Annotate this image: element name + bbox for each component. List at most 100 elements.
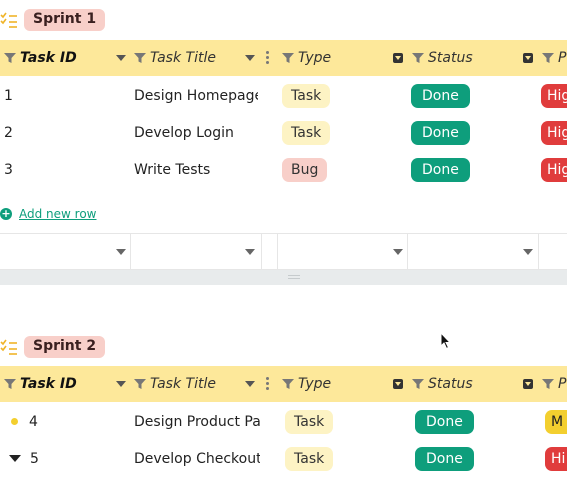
kebab-menu-icon[interactable] bbox=[266, 51, 269, 65]
checklist-icon bbox=[0, 339, 17, 355]
plus-circle-icon: + bbox=[0, 207, 12, 220]
filter-cell-priority[interactable] bbox=[539, 234, 567, 270]
checklist-icon bbox=[0, 12, 17, 28]
expand-caret-icon[interactable] bbox=[9, 455, 21, 462]
filter-icon[interactable] bbox=[412, 52, 424, 64]
priority-cell[interactable]: Hi bbox=[545, 440, 567, 477]
priority-cell[interactable]: Hig bbox=[541, 114, 567, 151]
task-id-value: 4 bbox=[29, 413, 38, 430]
filter-icon[interactable] bbox=[134, 52, 146, 64]
filter-cell-task-id[interactable] bbox=[0, 234, 131, 270]
chevron-down-icon[interactable] bbox=[116, 249, 126, 255]
chevron-down-icon[interactable] bbox=[523, 53, 533, 63]
task-id-cell[interactable]: 4 bbox=[0, 403, 128, 440]
chevron-down-icon[interactable] bbox=[116, 381, 126, 387]
chevron-down-icon[interactable] bbox=[523, 379, 533, 389]
task-id-cell[interactable]: 3 bbox=[4, 151, 124, 188]
scrollbar-grip[interactable] bbox=[288, 275, 300, 279]
filter-icon[interactable] bbox=[4, 378, 16, 390]
task-id-cell[interactable]: 5 bbox=[0, 440, 128, 477]
add-new-row-link[interactable]: + Add new row bbox=[0, 205, 97, 223]
status-cell[interactable]: Done bbox=[415, 440, 535, 477]
table-row[interactable]: 4 Design Product Pag Task Done M bbox=[0, 403, 567, 440]
status-chip: Done bbox=[411, 120, 470, 145]
chevron-down-icon[interactable] bbox=[245, 55, 255, 61]
filter-icon[interactable] bbox=[542, 52, 554, 64]
type-cell[interactable]: Task bbox=[285, 403, 405, 440]
filter-icon[interactable] bbox=[282, 378, 294, 390]
group-header-sprint-2[interactable]: Sprint 2 bbox=[0, 335, 106, 359]
type-cell[interactable]: Task bbox=[282, 77, 402, 114]
status-cell[interactable]: Done bbox=[411, 114, 531, 151]
task-title-cell[interactable]: Design Product Pag bbox=[134, 403, 260, 440]
column-header-priority[interactable]: P bbox=[542, 366, 567, 402]
column-label: Task Title bbox=[150, 50, 216, 66]
type-chip: Task bbox=[285, 446, 334, 471]
task-id-cell[interactable]: 2 bbox=[4, 114, 124, 151]
priority-chip: Hig bbox=[541, 120, 567, 145]
column-header-type[interactable]: Type bbox=[282, 366, 388, 402]
type-cell[interactable]: Task bbox=[282, 114, 402, 151]
task-title-cell[interactable]: Write Tests bbox=[134, 151, 258, 188]
column-label: Task ID bbox=[20, 50, 77, 66]
status-cell[interactable]: Done bbox=[411, 151, 531, 188]
column-header-task-id[interactable]: Task ID bbox=[4, 366, 122, 402]
horizontal-scrollbar[interactable] bbox=[0, 270, 567, 285]
task-title-cell[interactable]: Design Homepage bbox=[134, 77, 258, 114]
chevron-down-icon[interactable] bbox=[245, 381, 255, 387]
priority-cell[interactable]: Hig bbox=[541, 151, 567, 188]
column-header-status[interactable]: Status bbox=[412, 40, 518, 76]
chevron-down-icon[interactable] bbox=[245, 249, 255, 255]
filter-icon[interactable] bbox=[412, 378, 424, 390]
status-cell[interactable]: Done bbox=[411, 77, 531, 114]
filter-icon[interactable] bbox=[282, 52, 294, 64]
task-id-cell[interactable]: 1 bbox=[4, 77, 124, 114]
priority-cell[interactable]: M bbox=[545, 403, 567, 440]
chevron-down-icon[interactable] bbox=[393, 379, 403, 389]
chevron-down-icon[interactable] bbox=[393, 249, 403, 255]
column-label: Task Title bbox=[150, 376, 216, 392]
chevron-down-icon[interactable] bbox=[393, 53, 403, 63]
task-title-cell[interactable]: Develop Checkout bbox=[134, 440, 260, 477]
filter-icon[interactable] bbox=[4, 52, 16, 64]
status-chip: Done bbox=[411, 157, 470, 182]
type-cell[interactable]: Bug bbox=[282, 151, 402, 188]
column-filter-row bbox=[0, 233, 567, 270]
filter-icon[interactable] bbox=[134, 378, 146, 390]
table-row[interactable]: 5 Develop Checkout Task Done Hi bbox=[0, 440, 567, 477]
kebab-menu-icon[interactable] bbox=[266, 377, 269, 391]
table-header: Task ID Task Title Type Status P bbox=[0, 366, 567, 402]
column-label: Status bbox=[428, 50, 473, 66]
type-chip: Bug bbox=[282, 157, 328, 182]
status-cell[interactable]: Done bbox=[415, 403, 535, 440]
type-cell[interactable]: Task bbox=[285, 440, 405, 477]
column-label: Task ID bbox=[20, 376, 77, 392]
filter-cell-type[interactable] bbox=[277, 234, 408, 270]
chevron-down-icon[interactable] bbox=[116, 55, 126, 61]
column-label: P bbox=[558, 50, 567, 66]
add-row-label[interactable]: Add new row bbox=[19, 207, 97, 221]
filter-cell-task-title[interactable] bbox=[131, 234, 262, 270]
group-header-sprint-1[interactable]: Sprint 1 bbox=[0, 8, 106, 32]
priority-cell[interactable]: Hig bbox=[541, 77, 567, 114]
priority-chip: Hig bbox=[541, 157, 567, 182]
column-header-type[interactable]: Type bbox=[282, 40, 388, 76]
column-header-priority[interactable]: P bbox=[542, 40, 567, 76]
table-row[interactable]: 3 Write Tests Bug Done Hig bbox=[0, 151, 567, 188]
column-header-task-title[interactable]: Task Title bbox=[134, 40, 244, 76]
filter-icon[interactable] bbox=[542, 378, 554, 390]
filter-cell-status[interactable] bbox=[408, 234, 539, 270]
column-header-task-title[interactable]: Task Title bbox=[134, 366, 244, 402]
chevron-down-icon[interactable] bbox=[523, 249, 533, 255]
column-label: Type bbox=[298, 376, 332, 392]
column-header-task-id[interactable]: Task ID bbox=[4, 40, 122, 76]
priority-chip: M bbox=[545, 409, 567, 434]
table-row[interactable]: 2 Develop Login Task Done Hig bbox=[0, 114, 567, 151]
table-header: Task ID Task Title Type Status P bbox=[0, 40, 567, 76]
task-title-cell[interactable]: Develop Login bbox=[134, 114, 258, 151]
mouse-pointer-icon bbox=[440, 332, 452, 350]
table-row[interactable]: 1 Design Homepage Task Done Hig bbox=[0, 77, 567, 114]
column-header-status[interactable]: Status bbox=[412, 366, 518, 402]
group-title: Sprint 1 bbox=[24, 9, 106, 31]
type-chip: Task bbox=[282, 120, 331, 145]
